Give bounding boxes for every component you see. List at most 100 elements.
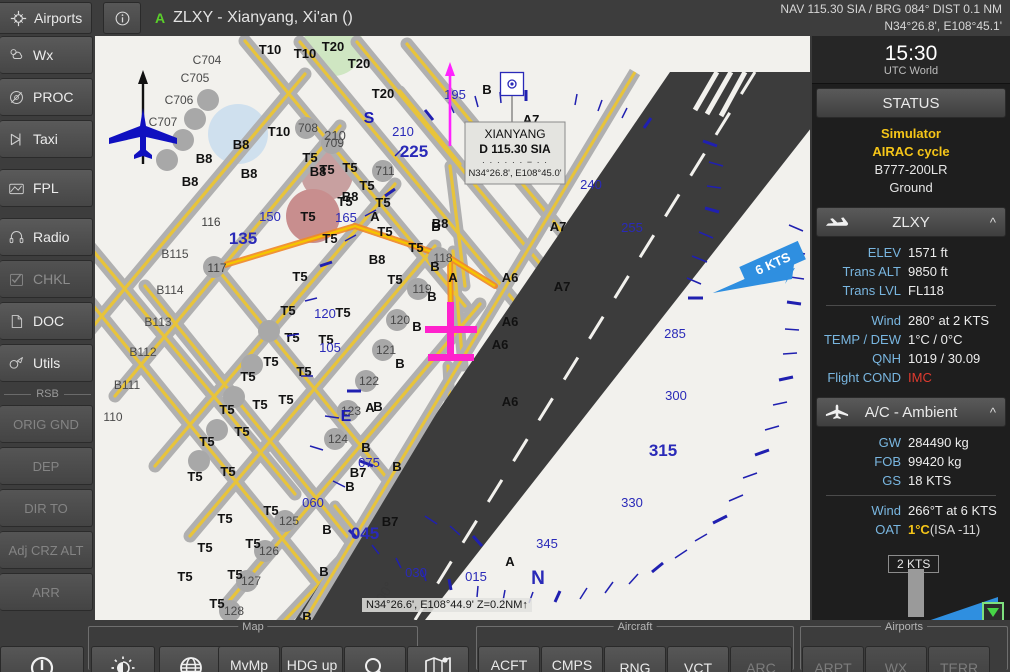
sidebar-item-chkl[interactable]: CHKL <box>0 260 93 298</box>
airport-section-header[interactable]: ZLXY ^ <box>816 207 1006 237</box>
vct-button[interactable]: VCT <box>667 646 729 672</box>
sidebar-item-fpl[interactable]: FPL <box>0 169 93 207</box>
sidebar-item-doc[interactable]: DOC <box>0 302 93 340</box>
svg-text:195: 195 <box>444 87 466 102</box>
row-value: FL118 <box>908 283 944 298</box>
vct-label: VCT <box>684 660 712 672</box>
status-line-simulator: Simulator <box>881 126 941 141</box>
airport-target-icon <box>10 10 27 27</box>
search-button[interactable] <box>344 646 406 672</box>
terr-button[interactable]: TERR <box>928 646 990 672</box>
wind-ramp-graphic <box>922 597 998 623</box>
svg-text:B: B <box>412 319 421 334</box>
airport-row-flight-cond: Flight COND IMC <box>812 368 1010 387</box>
svg-text:T10: T10 <box>259 42 281 57</box>
status-section-header[interactable]: STATUS <box>816 88 1006 118</box>
airports-group-label: Airports <box>881 621 927 633</box>
svg-text:135: 135 <box>229 229 257 248</box>
svg-text:B: B <box>345 479 354 494</box>
svg-text:110: 110 <box>103 410 122 424</box>
row-value: 280° at 2 KTS <box>908 313 990 328</box>
svg-text:330: 330 <box>621 495 643 510</box>
movemap-label: MvMp <box>229 657 269 672</box>
sidebar-item-radio[interactable]: Radio <box>0 218 93 256</box>
cloud-sun-icon <box>8 47 25 64</box>
sidebar-item-utils[interactable]: Utils <box>0 344 93 382</box>
svg-text:T5: T5 <box>335 305 350 320</box>
sidebar-item-label: DOC <box>33 313 65 329</box>
status-lines: Simulator AIRAC cycle B777-200LR Ground <box>812 118 1010 203</box>
rsb-item-dep[interactable]: DEP <box>0 447 93 485</box>
svg-text:C707: C707 <box>149 115 178 129</box>
svg-text:B: B <box>392 459 401 474</box>
ambient-section-header[interactable]: A/C - Ambient ^ <box>816 397 1006 427</box>
svg-text:B8: B8 <box>196 151 213 166</box>
rsb-item-orig-gnd[interactable]: ORIG GND <box>0 405 93 443</box>
svg-text:T5: T5 <box>375 195 390 210</box>
sidebar-item-wx[interactable]: Wx <box>0 36 93 74</box>
rsb-item-label: ORIG GND <box>13 416 79 432</box>
airport-row-temp-dew: TEMP / DEW 1°C / 0°C <box>812 330 1010 349</box>
navaid-frequency: D 115.30 SIA <box>479 142 551 156</box>
rsb-rule-left <box>4 393 32 395</box>
svg-text:121: 121 <box>376 343 396 357</box>
map-fold-icon <box>424 655 452 672</box>
brightness-button[interactable] <box>91 646 155 672</box>
svg-text:T5: T5 <box>227 567 242 582</box>
arpt-button[interactable]: ARPT <box>802 646 864 672</box>
svg-text:125: 125 <box>279 514 299 528</box>
arpt-label: ARPT <box>814 660 852 672</box>
sidebar-item-label: FPL <box>33 180 59 196</box>
rsb-item-dir-to[interactable]: DIR TO <box>0 489 93 527</box>
svg-text:A6: A6 <box>492 337 509 352</box>
sidebar-item-label: PROC <box>33 89 74 105</box>
status-line-airac: AIRAC cycle <box>872 144 950 159</box>
svg-text:T20: T20 <box>322 39 344 54</box>
row-value-suffix: (ISA -11) <box>929 522 981 537</box>
rng-label: RNG <box>619 660 651 672</box>
row-key: Wind <box>871 503 901 518</box>
magnifier-icon <box>362 655 388 672</box>
svg-text:T5: T5 <box>300 209 315 224</box>
svg-text:A6: A6 <box>502 314 519 329</box>
svg-text:T5: T5 <box>199 434 214 449</box>
wx-button[interactable]: WX <box>865 646 927 672</box>
power-button[interactable] <box>0 646 84 672</box>
svg-text:708: 708 <box>298 121 318 135</box>
acft-button[interactable]: ACFT <box>478 646 540 672</box>
svg-text:T5: T5 <box>342 160 357 175</box>
heading-up-button[interactable]: HDG up <box>281 646 343 672</box>
movemap-button[interactable]: MvMp <box>218 646 280 672</box>
row-key: Trans ALT <box>842 264 901 279</box>
chevron-up-icon[interactable]: ^ <box>990 215 996 230</box>
svg-text:B112: B112 <box>129 345 156 359</box>
svg-text:A7: A7 <box>554 279 571 294</box>
info-button[interactable] <box>103 2 141 34</box>
charts-button[interactable] <box>407 646 469 672</box>
arc-button[interactable]: ARC <box>730 646 792 672</box>
row-value: 1°C <box>908 522 930 537</box>
collapse-panel-button[interactable] <box>982 602 1004 622</box>
sidebar-item-taxi[interactable]: Taxi <box>0 120 93 158</box>
globe-button[interactable] <box>159 646 223 672</box>
rsb-item-arr[interactable]: ARR <box>0 573 93 611</box>
rng-button[interactable]: RNG <box>604 646 666 672</box>
row-key: TEMP / DEW <box>823 332 901 347</box>
clock-widget[interactable]: 15:30 UTC World <box>812 36 1010 84</box>
svg-text:127: 127 <box>241 574 261 588</box>
row-key: GS <box>882 473 901 488</box>
utils-icon <box>8 355 25 372</box>
svg-text:C705: C705 <box>181 71 210 85</box>
chevron-up-icon[interactable]: ^ <box>990 405 996 420</box>
globe-icon <box>178 655 204 672</box>
svg-text:B8: B8 <box>241 166 258 181</box>
svg-text:B: B <box>361 440 370 455</box>
sidebar-item-proc[interactable]: PROC <box>0 78 93 116</box>
cmps-button[interactable]: CMPS <box>541 646 603 672</box>
rsb-item-adj-crz-alt[interactable]: Adj CRZ ALT <box>0 531 93 569</box>
svg-text:B7: B7 <box>382 514 399 529</box>
airports-button[interactable]: Airports <box>0 2 92 34</box>
svg-text:128: 128 <box>224 604 244 618</box>
airport-moving-map[interactable]: 300° C704 C705 C706 C707 B115 B114 B113 … <box>95 36 810 620</box>
svg-text:T5: T5 <box>408 240 423 255</box>
